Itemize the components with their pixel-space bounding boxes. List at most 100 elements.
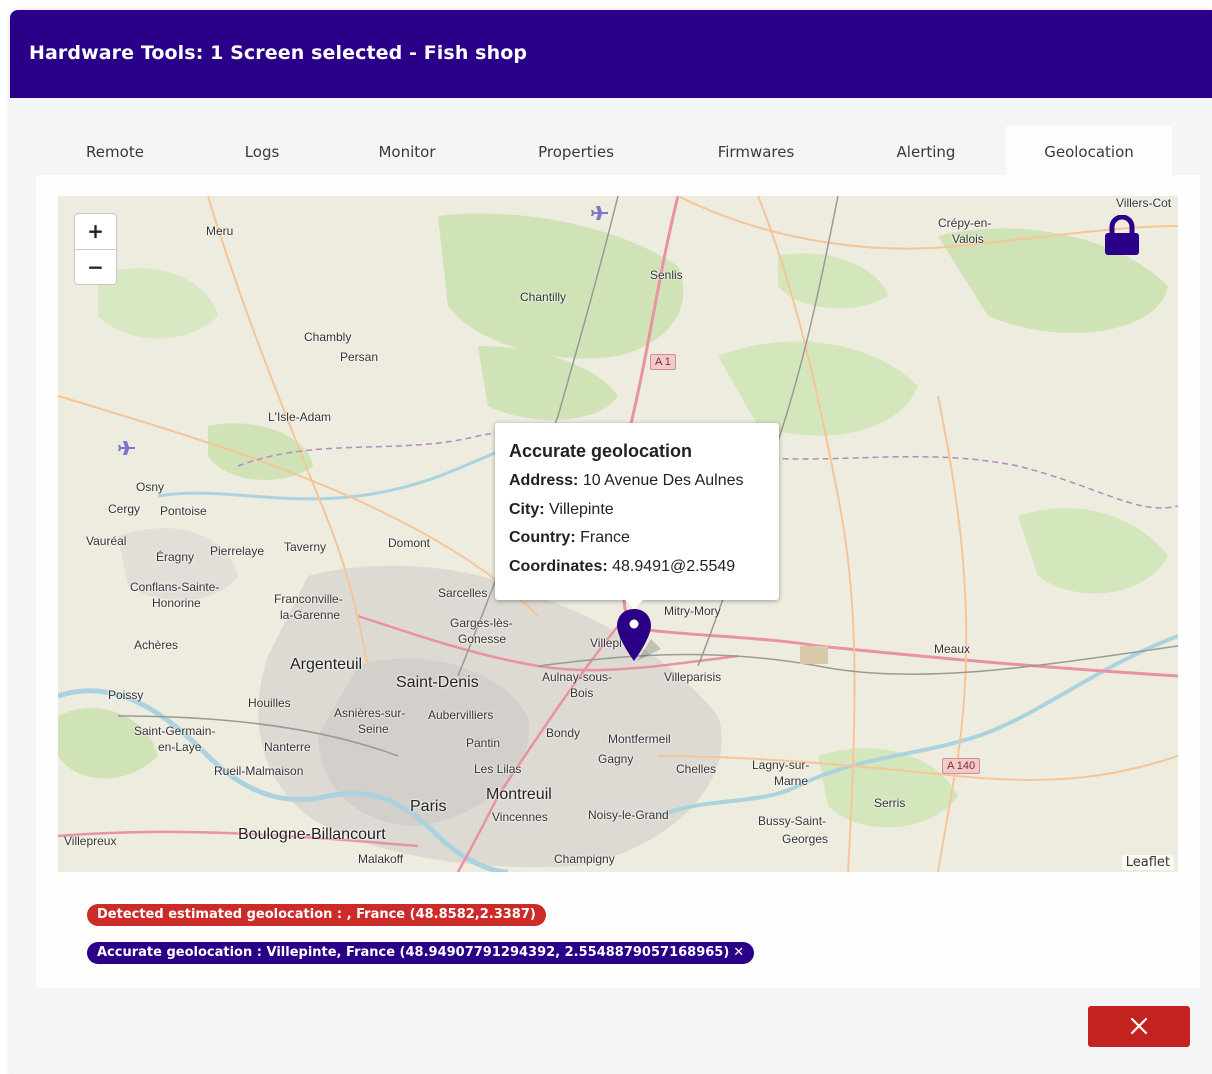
popup-country-label: Country: [509, 529, 576, 546]
map-label: Bois [570, 686, 594, 700]
map-pin-icon[interactable] [617, 609, 661, 669]
map-label: Villers-Cot [1116, 196, 1172, 210]
tab-monitor[interactable]: Monitor [350, 126, 464, 175]
tab-geolocation[interactable]: Geolocation [1006, 126, 1172, 175]
map-label: Argenteuil [290, 656, 363, 673]
geolocation-panel: Meru Chantilly Senlis Crépy-en- Valois V… [36, 175, 1200, 988]
hardware-tools-modal: Hardware Tools: 1 Screen selected - Fish… [10, 10, 1212, 1074]
map-label: Lagny-sur- [752, 758, 810, 772]
tab-properties[interactable]: Properties [506, 126, 646, 175]
popup-title: Accurate geolocation [509, 441, 693, 461]
road-shield: A 1 [650, 354, 676, 370]
map-label: Champigny [554, 852, 615, 866]
tab-alerting[interactable]: Alerting [866, 126, 986, 175]
estimated-geolocation-badge: Detected estimated geolocation : , Franc… [87, 904, 546, 926]
close-button[interactable] [1088, 1006, 1190, 1047]
tab-logs[interactable]: Logs [210, 126, 314, 175]
zoom-control: + − [74, 213, 117, 285]
map-label: Montfermeil [608, 732, 671, 746]
map-label: Pontoise [160, 504, 207, 518]
map-label: Saint-Germain- [134, 724, 216, 738]
map-label: Villepreux [64, 834, 117, 848]
remove-accurate-geolocation-icon[interactable]: ✕ [733, 945, 744, 960]
map-label: Honorine [152, 596, 201, 610]
popup-coordinates-value: 48.9491@2.5549 [612, 558, 736, 575]
map-label: Aulnay-sous- [542, 670, 613, 684]
map-label: Bussy-Saint- [758, 814, 827, 828]
map-label: Gonesse [458, 632, 507, 646]
map-label: Vincennes [492, 810, 548, 824]
map-label: Asnières-sur- [334, 706, 406, 720]
popup-city: City: Villepinte [509, 501, 614, 519]
map-label: L'Isle-Adam [268, 410, 331, 424]
map-label: Franconville- [274, 592, 343, 606]
map-label: Crépy-en- [938, 216, 992, 230]
map-label: Gagny [598, 752, 634, 766]
geolocation-popup: Accurate geolocation Address: 10 Avenue … [495, 423, 779, 609]
map-label: Chelles [676, 762, 717, 776]
map-label: Chantilly [520, 290, 567, 304]
map-label: la-Garenne [280, 608, 341, 622]
lock-icon[interactable] [1103, 214, 1141, 261]
map-label: Meaux [934, 642, 971, 656]
map-label: Conflans-Sainte- [130, 580, 220, 594]
map-label: Achères [134, 638, 179, 652]
map-label: Rueil-Malmaison [214, 764, 304, 778]
map-label: Domont [388, 536, 431, 550]
tab-bar: Remote Logs Monitor Properties Firmwares… [10, 126, 1212, 175]
map-label: Les Lilas [474, 762, 522, 776]
map-label: Seine [358, 722, 389, 736]
popup-address-value: 10 Avenue Des Aulnes [582, 472, 744, 489]
map-label: Cergy [108, 502, 141, 516]
map-label: Saint-Denis [396, 674, 479, 691]
map-label: Mitry-Mory [664, 604, 721, 618]
zoom-in-button[interactable]: + [75, 214, 116, 250]
map-label: Sarcelles [438, 586, 488, 600]
popup-address: Address: 10 Avenue Des Aulnes [509, 472, 744, 490]
map-label: Houilles [248, 696, 291, 710]
map-label: Malakoff [358, 852, 404, 866]
popup-country-value: France [580, 529, 630, 546]
map-label: Bondy [546, 726, 581, 740]
popup-city-value: Villepinte [549, 501, 614, 518]
map-label: Poissy [108, 688, 144, 702]
map-label: Boulogne-Billancourt [238, 826, 386, 843]
popup-coordinates: Coordinates: 48.9491@2.5549 [509, 558, 735, 576]
map-label: Georges [782, 832, 829, 846]
map-label: en-Laye [158, 740, 202, 754]
map-label: Nanterre [264, 740, 311, 754]
modal-title: Hardware Tools: 1 Screen selected - Fish… [29, 42, 528, 64]
map-label: Garges-lès- [450, 616, 513, 630]
map-label: Senlis [650, 268, 683, 282]
accurate-geolocation-badge: Accurate geolocation : Villepinte, Franc… [87, 942, 755, 964]
map-label: Meru [206, 224, 234, 238]
map-label: Villeparisis [664, 670, 722, 684]
map-label: Valois [952, 232, 984, 246]
popup-address-label: Address: [509, 472, 579, 489]
popup-city-label: City: [509, 501, 545, 518]
tab-firmwares[interactable]: Firmwares [686, 126, 826, 175]
map[interactable]: Meru Chantilly Senlis Crépy-en- Valois V… [58, 196, 1178, 872]
map-label: Osny [136, 480, 165, 494]
map-label: Marne [774, 774, 809, 788]
road-shield: A 140 [942, 758, 981, 774]
map-label: Pierrelaye [210, 544, 265, 558]
map-label: Noisy-le-Grand [588, 808, 669, 822]
map-label: Taverny [284, 540, 327, 554]
map-label: Chambly [304, 330, 352, 344]
map-label: Éragny [156, 550, 195, 564]
tab-remote[interactable]: Remote [56, 126, 174, 175]
map-label: Aubervilliers [428, 708, 494, 722]
popup-country: Country: France [509, 529, 630, 547]
popup-tip [625, 600, 643, 609]
map-label: Vauréal [86, 534, 127, 548]
map-attribution[interactable]: Leaflet [1121, 855, 1174, 870]
zoom-out-button[interactable]: − [75, 250, 116, 284]
map-label: Persan [340, 350, 379, 364]
modal-header: Hardware Tools: 1 Screen selected - Fish… [10, 10, 1212, 98]
close-icon [1130, 1017, 1148, 1035]
map-label: Serris [874, 796, 906, 810]
map-label: Paris [410, 798, 447, 815]
map-label: Montreuil [486, 786, 552, 803]
map-label: Pantin [466, 736, 501, 750]
